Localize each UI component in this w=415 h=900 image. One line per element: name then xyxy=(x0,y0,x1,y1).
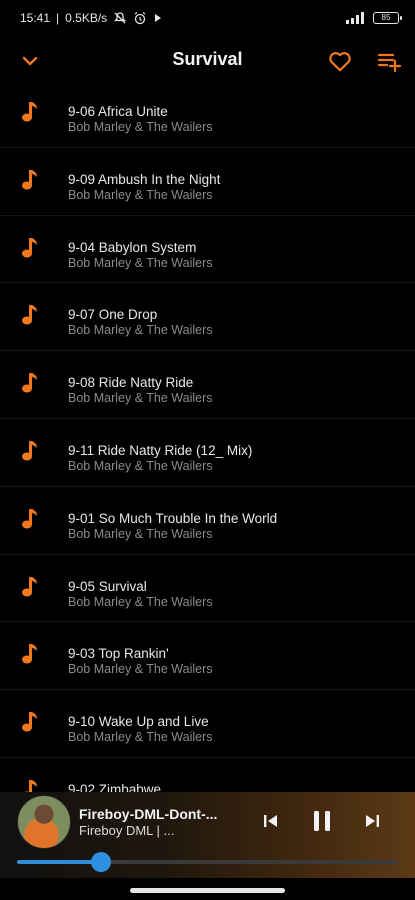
gesture-nav-bar[interactable] xyxy=(130,888,285,893)
track-title: 9-01 So Much Trouble In the World xyxy=(68,510,278,526)
status-time: 15:41 xyxy=(20,11,51,25)
track-row[interactable]: 9-10 Wake Up and Live Bob Marley & The Wa… xyxy=(0,690,415,758)
alarm-icon xyxy=(134,12,146,25)
track-artist: Bob Marley & The Wailers xyxy=(68,458,213,473)
track-artist: Bob Marley & The Wailers xyxy=(68,255,213,270)
track-row[interactable]: 9-01 So Much Trouble In the World Bob Mar… xyxy=(0,487,415,555)
track-row[interactable]: 9-08 Ride Natty Ride Bob Marley & The Wai… xyxy=(0,351,415,419)
battery-indicator: 85 xyxy=(373,12,402,24)
status-speed: 0.5KB/s xyxy=(65,11,108,25)
status-divider: | xyxy=(56,11,60,25)
music-note-icon xyxy=(22,102,37,122)
track-title: 9-04 Babylon System xyxy=(68,239,197,255)
track-artist: Bob Marley & The Wailers xyxy=(68,391,213,406)
playlist-add-icon[interactable] xyxy=(376,48,402,74)
music-note-icon xyxy=(22,169,37,190)
music-note-icon xyxy=(22,508,37,529)
track-row[interactable]: 9-06 Africa Unite Bob Marley & The Wailer… xyxy=(0,80,415,148)
track-row[interactable]: 9-04 Babylon System Bob Marley & The Wail… xyxy=(0,216,415,284)
signal-icon xyxy=(346,12,364,24)
mini-player[interactable]: Fireboy-DML-Dont-... Fireboy DML | ... xyxy=(0,792,415,878)
status-bar: 15:41 | 0.5KB/s 85 xyxy=(0,0,415,36)
track-list[interactable]: 9-06 Africa Unite Bob Marley & The Wailer… xyxy=(0,80,415,792)
progress-thumb[interactable] xyxy=(90,852,111,872)
music-note-icon xyxy=(24,779,37,792)
play-indicator-icon xyxy=(155,14,162,22)
now-playing-title: Fireboy-DML-Dont-... xyxy=(79,806,218,822)
track-title: 9-08 Ride Natty Ride xyxy=(68,375,194,391)
track-artist: Bob Marley & The Wailers xyxy=(68,120,213,134)
now-playing-artist: Fireboy DML | ... xyxy=(79,823,175,838)
previous-icon[interactable] xyxy=(259,809,283,833)
track-row[interactable]: 9-05 Survival Bob Marley & The Wailers xyxy=(0,555,415,623)
track-artist: Bob Marley & The Wailers xyxy=(68,594,213,609)
track-title: 9-10 Wake Up and Live xyxy=(68,714,209,730)
progress-slider[interactable] xyxy=(17,852,398,872)
music-note-icon xyxy=(22,305,37,325)
track-title: 9-07 One Drop xyxy=(68,307,158,323)
track-artist: Bob Marley & The Wailers xyxy=(68,730,213,745)
track-row[interactable]: 9-03 Top Rankin' Bob Marley & The Wailers xyxy=(0,622,415,691)
progress-fill xyxy=(17,860,101,864)
music-note-icon xyxy=(22,576,37,597)
track-title: 9-03 Top Rankin' xyxy=(68,646,169,662)
track-row[interactable]: 9-07 One Drop Bob Marley & The Wailers xyxy=(0,283,415,352)
track-artist: Bob Marley & The Wailers xyxy=(68,526,213,541)
no-notifications-icon xyxy=(114,12,127,24)
music-note-icon xyxy=(22,237,37,258)
track-row[interactable]: 9-02 ZimbabweBob Marley & The Wailers xyxy=(0,758,415,792)
track-title: 9-11 Ride Natty Ride (12_ Mix) xyxy=(68,442,253,458)
track-title: 9-06 Africa Unite xyxy=(68,104,168,119)
track-artist: Bob Marley & The Wailers xyxy=(68,323,213,338)
track-title: 9-02 Zimbabwe xyxy=(68,781,162,792)
heart-icon[interactable] xyxy=(327,48,353,74)
music-note-icon xyxy=(22,644,37,664)
music-note-icon xyxy=(22,373,37,393)
music-note-icon xyxy=(22,712,37,732)
track-row[interactable]: 9-09 Ambush In the Night Bob Marley & The… xyxy=(0,148,415,216)
album-art[interactable] xyxy=(17,795,71,849)
pause-icon[interactable] xyxy=(309,807,335,835)
track-title: 9-09 Ambush In the Night xyxy=(68,171,221,187)
track-title: 9-05 Survival xyxy=(68,578,147,594)
app-header: Survival xyxy=(0,38,415,82)
music-note-icon xyxy=(22,440,37,461)
next-icon[interactable] xyxy=(360,809,384,833)
track-artist: Bob Marley & The Wailers xyxy=(68,662,213,677)
track-artist: Bob Marley & The Wailers xyxy=(68,187,213,202)
track-row[interactable]: 9-11 Ride Natty Ride (12_ Mix) Bob Marley… xyxy=(0,419,415,487)
